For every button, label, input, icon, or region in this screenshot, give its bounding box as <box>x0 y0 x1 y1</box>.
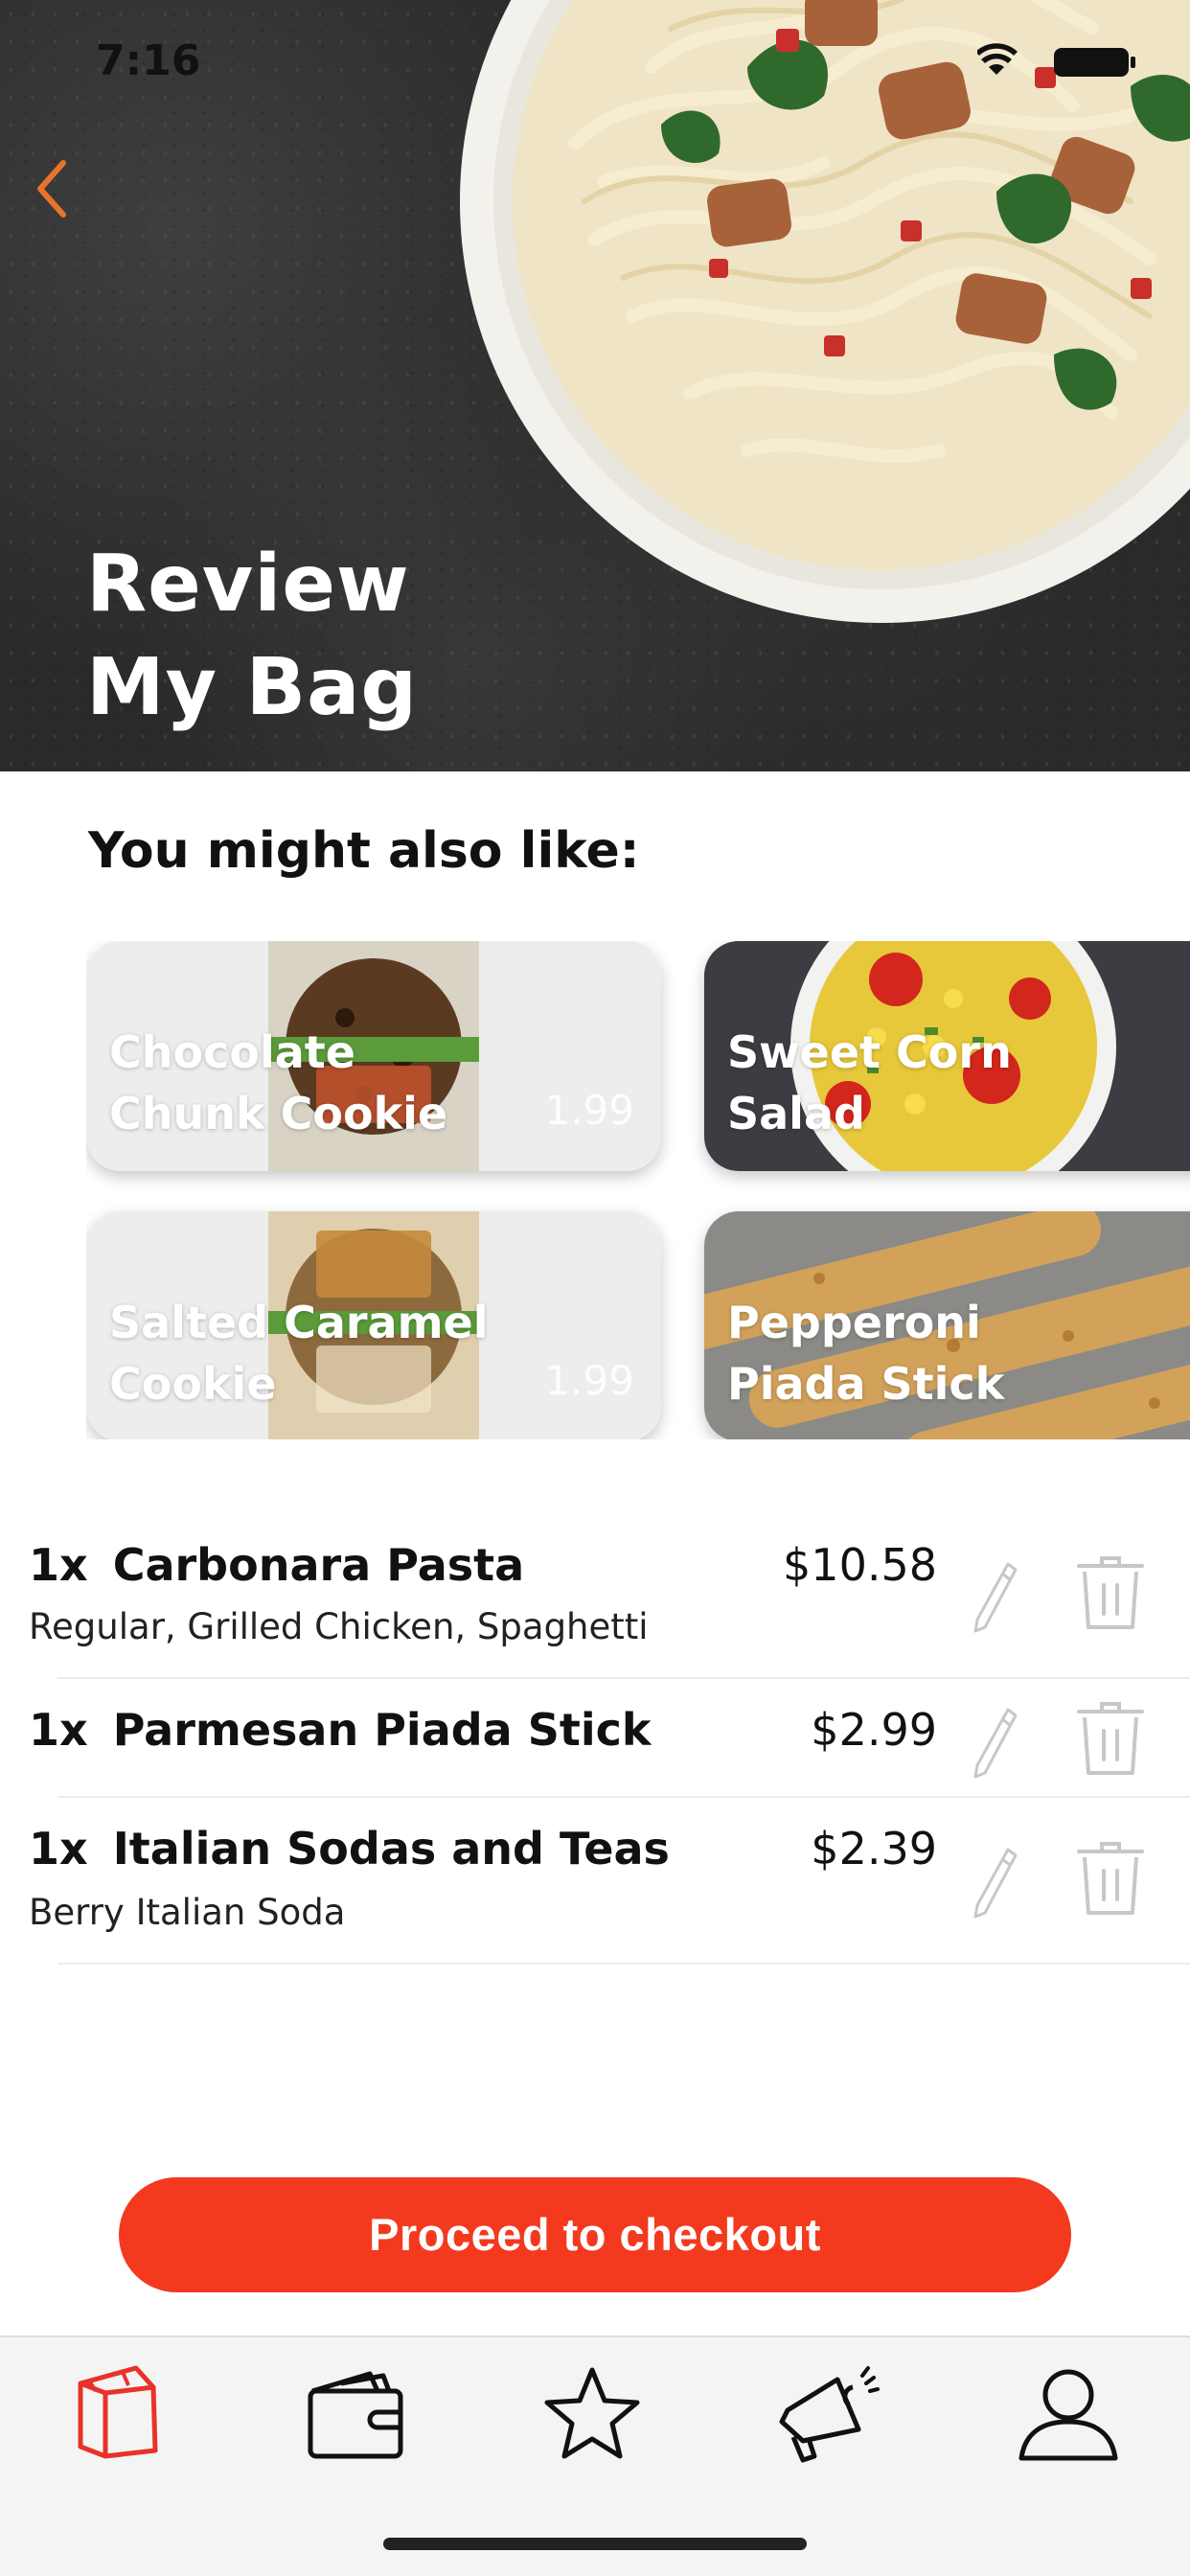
trash-icon[interactable] <box>1075 1698 1146 1779</box>
bag-item-name: Carbonara Pasta <box>112 1539 525 1591</box>
suggestion-card-name: Chocolate Chunk Cookie <box>109 1026 448 1139</box>
megaphone-icon[interactable] <box>774 2362 880 2468</box>
battery-icon <box>1054 48 1135 77</box>
wallet-icon[interactable] <box>303 2362 408 2468</box>
bag-item-price: $10.58 <box>783 1539 937 1591</box>
back-chevron-icon[interactable] <box>29 155 77 222</box>
profile-icon[interactable] <box>1016 2362 1121 2468</box>
bag-item: 1x Carbonara Pasta $10.58 Regular, Grille… <box>0 1505 1190 1679</box>
bag-icon[interactable] <box>67 2362 172 2468</box>
suggestion-card[interactable]: Chocolate Chunk Cookie 1.99 <box>86 941 661 1171</box>
wifi-icon <box>977 43 1018 75</box>
suggestion-card-name: Pepperoni Piada Stick <box>727 1297 1005 1410</box>
proceed-to-checkout-button[interactable]: Proceed to checkout <box>119 2177 1071 2292</box>
suggestion-card[interactable]: Sweet Corn Salad <box>704 941 1190 1171</box>
bag-item-price: $2.99 <box>811 1704 937 1756</box>
bag-item-title: 1x Parmesan Piada Stick <box>29 1704 651 1756</box>
bag-item-title: 1x Carbonara Pasta <box>29 1539 524 1591</box>
suggestion-card-price: 1.99 <box>544 1087 634 1134</box>
bag-item-name: Parmesan Piada Stick <box>112 1704 652 1756</box>
bag-item-price: $2.39 <box>811 1823 937 1874</box>
trash-icon[interactable] <box>1075 1838 1146 1919</box>
edit-pencil-icon[interactable] <box>972 1844 1019 1920</box>
bag-item-quantity: 1x <box>29 1823 88 1874</box>
bag-item-name: Italian Sodas and Teas <box>112 1823 670 1874</box>
trash-icon[interactable] <box>1075 1552 1146 1633</box>
suggestion-card[interactable]: Salted Caramel Cookie 1.99 <box>86 1211 661 1439</box>
suggestions-carousel[interactable]: Chocolate Chunk Cookie 1.99 Sweet Corn S… <box>86 941 1190 1439</box>
star-icon[interactable] <box>539 2362 645 2468</box>
divider <box>57 1963 1190 1965</box>
bag-item-details: Berry Italian Soda <box>29 1892 346 1933</box>
bag-item: 1x Parmesan Piada Stick $2.99 <box>0 1679 1190 1798</box>
suggestions-heading: You might also like: <box>88 822 640 880</box>
suggestion-card-price: 1.99 <box>544 1357 634 1404</box>
suggestion-card[interactable]: Pepperoni Piada Stick 2 <box>704 1211 1190 1439</box>
bag-item-details: Regular, Grilled Chicken, Spaghetti <box>29 1606 649 1647</box>
bag-item-quantity: 1x <box>29 1539 88 1591</box>
status-time: 7:16 <box>96 36 201 85</box>
page-title: Review My Bag <box>86 533 418 740</box>
edit-pencil-icon[interactable] <box>972 1704 1019 1781</box>
home-indicator[interactable] <box>383 2538 807 2550</box>
suggestion-card-name: Salted Caramel Cookie <box>109 1297 489 1410</box>
status-icons <box>977 43 1135 77</box>
bag-item-title: 1x Italian Sodas and Teas <box>29 1823 670 1874</box>
page-title-line2: My Bag <box>86 642 419 733</box>
suggestion-card-name: Sweet Corn Salad <box>727 1026 1012 1139</box>
pasta-dish-image <box>460 0 1190 623</box>
bag-item: 1x Italian Sodas and Teas $2.39 Berry Ita… <box>0 1798 1190 1965</box>
hero-banner: 7:16 Review My Bag <box>0 0 1190 771</box>
page-title-line1: Review <box>86 539 410 630</box>
bag-item-quantity: 1x <box>29 1704 88 1756</box>
edit-pencil-icon[interactable] <box>972 1558 1019 1635</box>
